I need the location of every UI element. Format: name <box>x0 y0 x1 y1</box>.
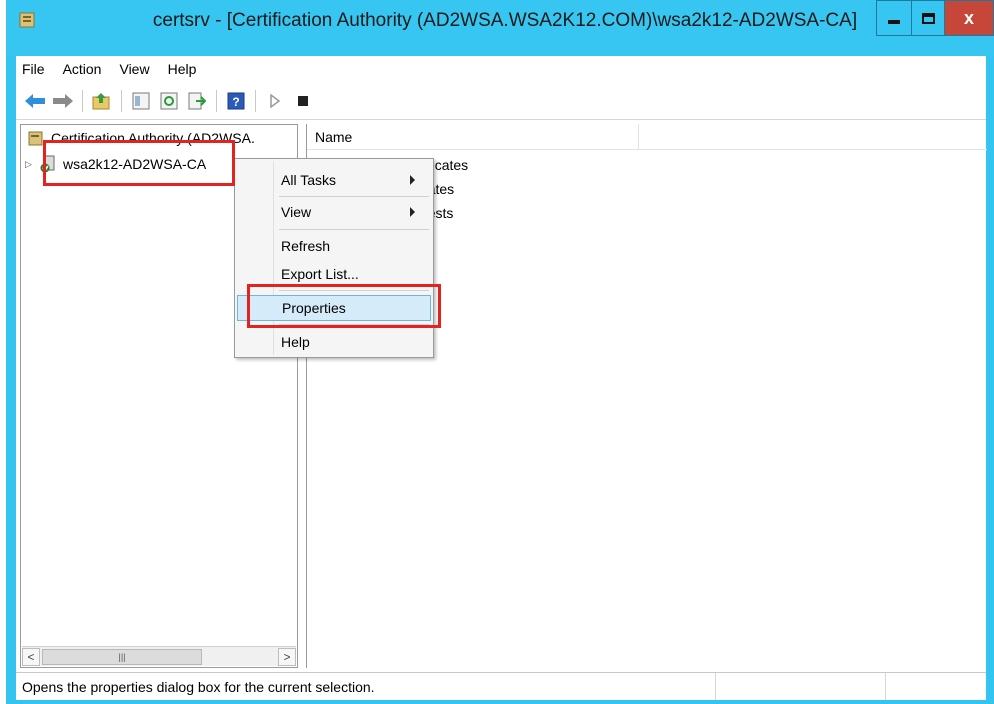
menu-item-view[interactable]: View <box>237 199 431 225</box>
close-icon: x <box>963 7 974 28</box>
context-menu: All Tasks View Refresh Export List... Pr… <box>234 158 434 358</box>
toolbar-separator <box>255 89 256 112</box>
minimize-icon <box>888 20 900 24</box>
menu-item-properties[interactable]: Properties <box>237 295 431 321</box>
help-button[interactable]: ? <box>225 90 247 112</box>
menu-separator <box>279 229 429 230</box>
toolbar-separator <box>121 89 122 112</box>
submenu-arrow-icon <box>410 207 415 217</box>
back-button[interactable] <box>24 90 46 112</box>
menu-file[interactable]: File <box>22 61 45 77</box>
menu-item-refresh-label: Refresh <box>281 238 331 254</box>
menu-item-all-tasks[interactable]: All Tasks <box>237 167 431 193</box>
menu-item-export-list-label: Export List... <box>281 266 359 282</box>
status-text: Opens the properties dialog box for the … <box>16 673 716 700</box>
mmc-window: certsrv - [Certification Authority (AD2W… <box>6 0 994 704</box>
tree-root-label: Certification Authority (AD2WSA. <box>51 130 255 146</box>
menu-separator <box>279 324 429 325</box>
back-arrow-icon <box>25 93 45 108</box>
stop-service-icon <box>298 95 308 106</box>
menu-item-export-list[interactable]: Export List... <box>237 261 431 287</box>
up-folder-icon <box>92 92 110 109</box>
toolbar-separator <box>82 89 83 112</box>
show-hide-tree-button[interactable] <box>130 90 152 112</box>
menu-view[interactable]: View <box>119 61 149 77</box>
scroll-right-icon[interactable]: > <box>278 647 296 666</box>
column-header-name[interactable]: Name <box>307 124 639 150</box>
export-list-icon <box>188 92 206 109</box>
refresh-button[interactable] <box>158 90 180 112</box>
menu-item-help-label: Help <box>281 334 310 350</box>
refresh-icon <box>160 92 178 109</box>
maximize-icon <box>921 12 935 24</box>
help-icon: ? <box>227 92 245 109</box>
menu-item-help[interactable]: Help <box>237 329 431 355</box>
menu-separator <box>279 196 429 197</box>
status-cell <box>716 673 886 700</box>
scroll-track[interactable]: ||| <box>40 648 278 666</box>
toolbar: ? <box>16 82 986 120</box>
window-title: certsrv - [Certification Authority (AD2W… <box>152 10 858 31</box>
menu-item-refresh[interactable]: Refresh <box>237 233 431 259</box>
tree-item-ca[interactable]: ▷ wsa2k12-AD2WSA-CA <box>25 153 206 175</box>
menu-item-all-tasks-label: All Tasks <box>281 172 336 188</box>
scroll-left-icon[interactable]: < <box>22 647 40 666</box>
certification-authority-icon <box>28 131 43 146</box>
svg-text:?: ? <box>232 95 239 109</box>
menu-item-properties-label: Properties <box>282 300 346 316</box>
stop-service-button[interactable] <box>292 90 314 112</box>
maximize-button[interactable] <box>911 0 945 36</box>
title-bar[interactable]: certsrv - [Certification Authority (AD2W… <box>6 0 994 56</box>
menu-bar: File Action View Help <box>16 56 986 82</box>
up-one-level-button[interactable] <box>91 90 113 112</box>
list-header: Name <box>307 124 987 150</box>
horizontal-scrollbar[interactable]: < ||| > <box>22 646 296 666</box>
start-service-icon <box>270 93 281 108</box>
scroll-thumb[interactable]: ||| <box>42 648 202 665</box>
menu-help[interactable]: Help <box>168 61 197 77</box>
start-service-button[interactable] <box>264 90 286 112</box>
minimize-button[interactable] <box>876 0 912 36</box>
expand-arrow-icon[interactable]: ▷ <box>25 159 35 170</box>
menu-item-view-label: View <box>281 204 312 220</box>
tree-item-ca-label: wsa2k12-AD2WSA-CA <box>63 156 207 172</box>
export-list-button[interactable] <box>186 90 208 112</box>
close-button[interactable]: x <box>944 0 994 36</box>
forward-arrow-icon <box>53 93 73 108</box>
status-bar: Opens the properties dialog box for the … <box>16 672 986 700</box>
ca-server-icon <box>40 155 55 173</box>
forward-button[interactable] <box>52 90 74 112</box>
menu-action[interactable]: Action <box>63 61 102 77</box>
submenu-arrow-icon <box>410 175 415 185</box>
console-content: Certification Authority (AD2WSA. ▷ wsa2k… <box>16 120 987 672</box>
tree-root-item[interactable]: Certification Authority (AD2WSA. <box>27 127 255 149</box>
menu-separator <box>279 290 429 291</box>
show-hide-tree-icon <box>132 92 150 109</box>
toolbar-separator <box>216 89 217 112</box>
